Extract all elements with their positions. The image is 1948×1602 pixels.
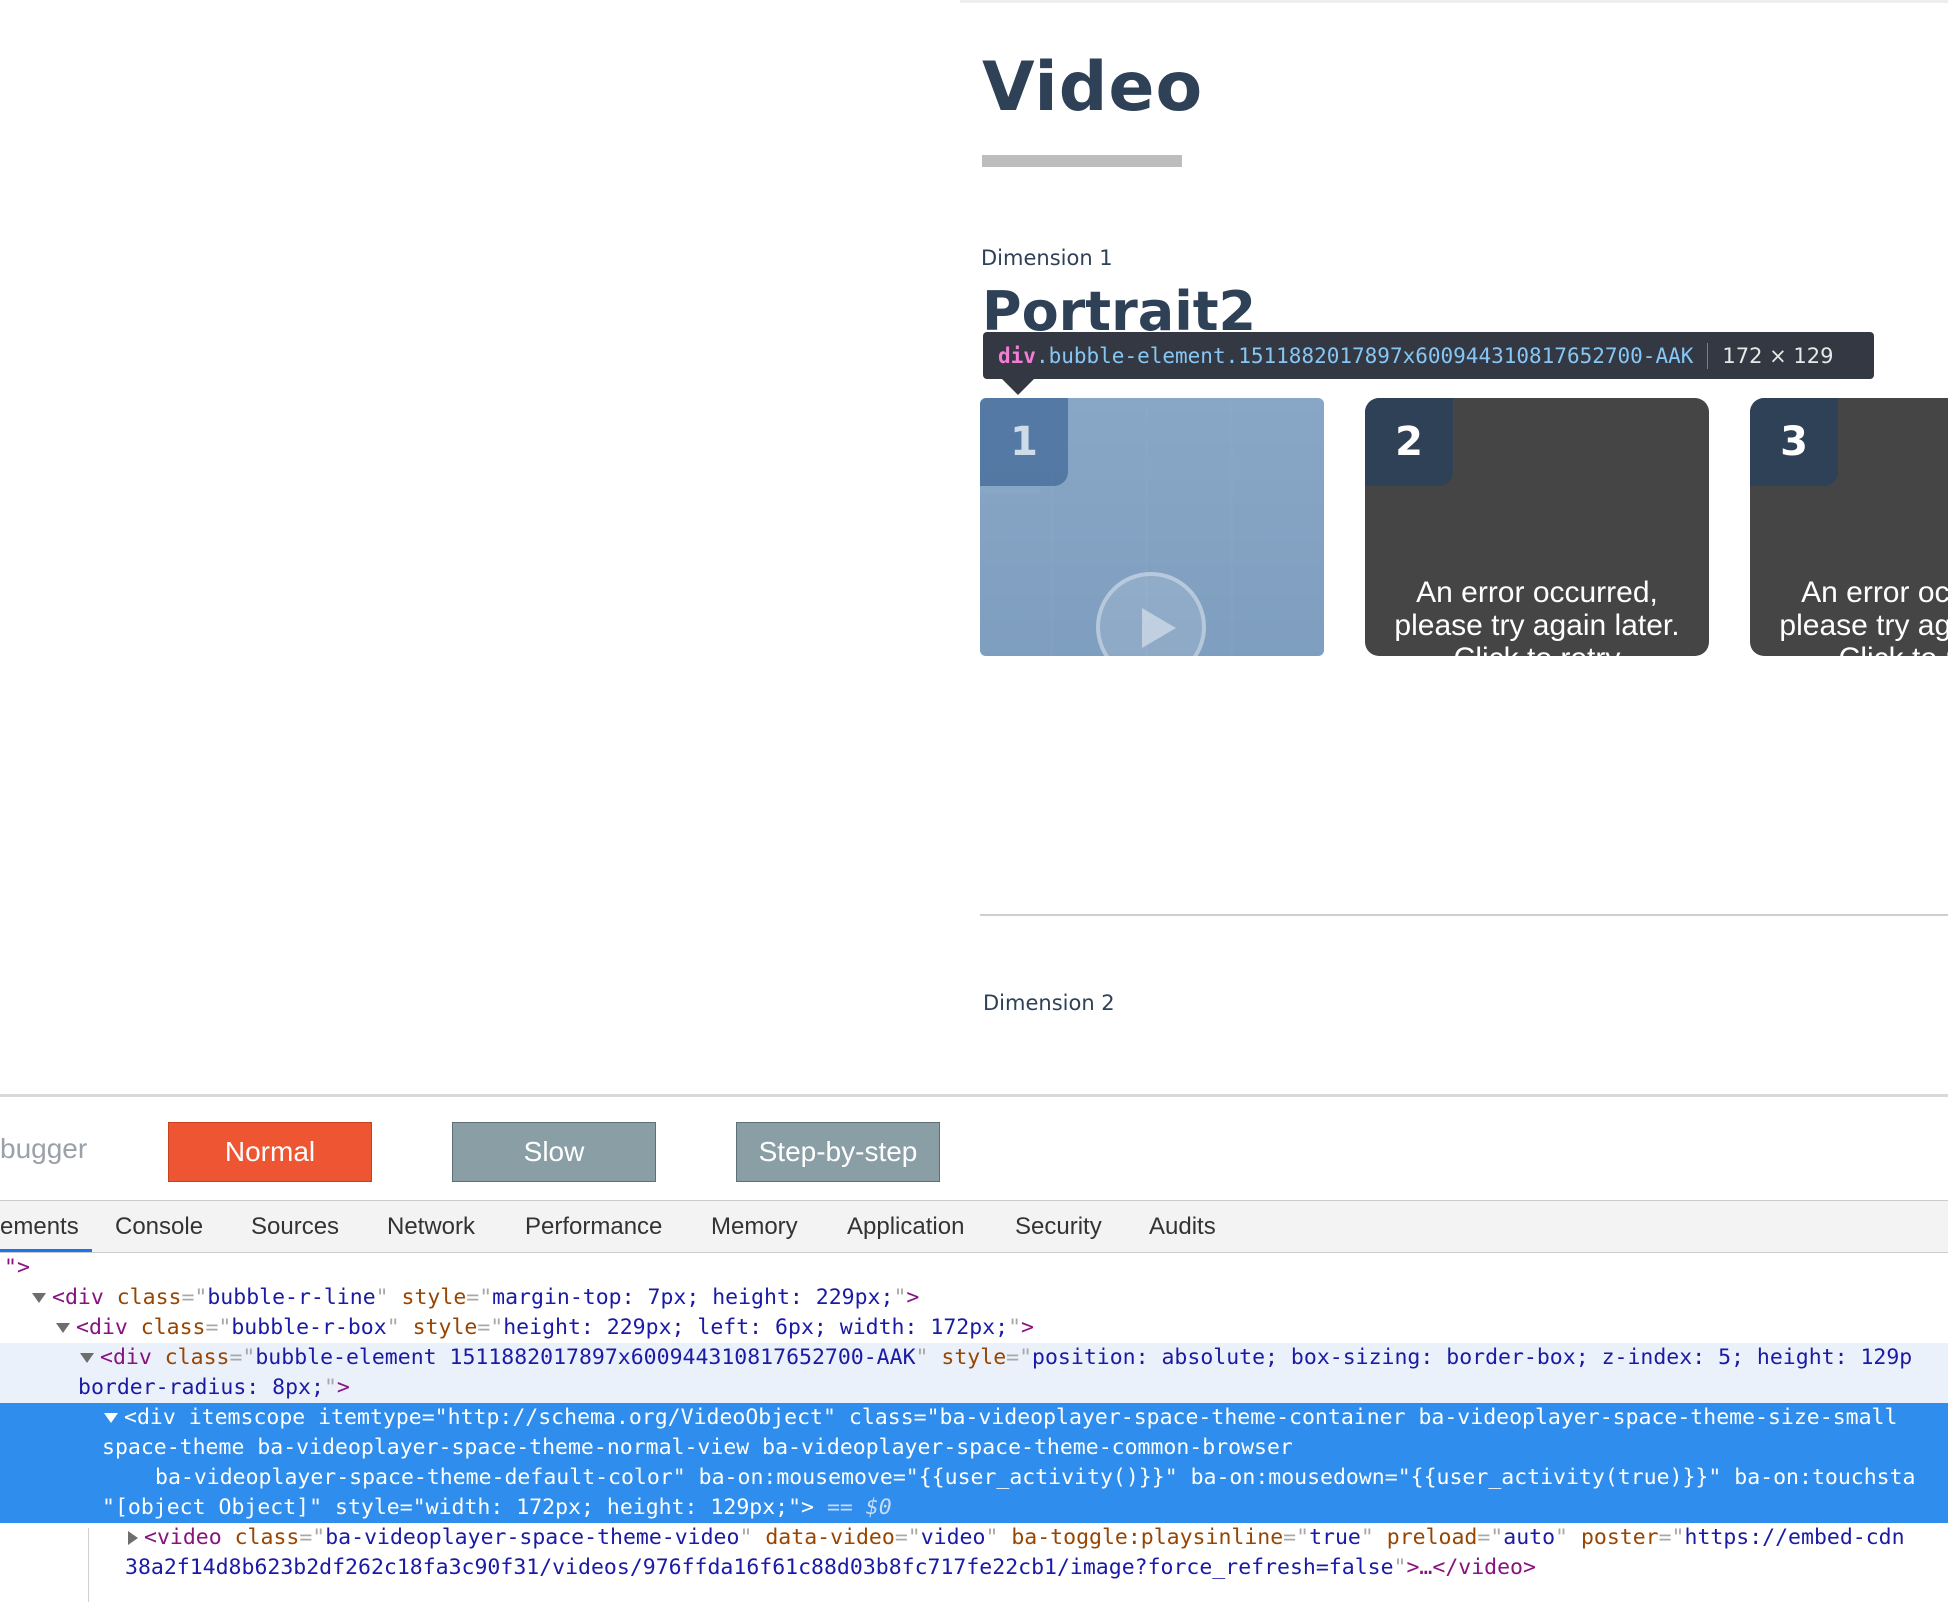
attr-value: border-radius: 8px; [78,1375,324,1400]
dom-line[interactable]: <div class="bubble-r-box" style="height:… [0,1313,1948,1343]
tooltip-tag: div [998,343,1036,368]
dom-line[interactable]: "> [0,1253,1948,1283]
attr-value: https://embed-cdn [1684,1525,1905,1550]
devtools-tab-bar: ements Console Sources Network Performan… [0,1201,1948,1253]
page-viewport: Video Dimension 1 Portrait2 div .bubble-e… [0,0,1948,1094]
section-divider [980,914,1948,916]
inspect-tooltip: div .bubble-element.1511882017897x6009443… [983,332,1874,379]
video-bubble-3[interactable]: 3 An error occurred, please try again la… [1750,398,1948,656]
error-message[interactable]: An error occurred, please try again late… [1750,576,1948,656]
attr-value: position: absolute; box-sizing: border-b… [1032,1345,1913,1370]
devtools-panel: ements Console Sources Network Performan… [0,1200,1948,1602]
dom-line-selected[interactable]: <div itemscope itemtype="http://schema.o… [0,1403,1948,1433]
attr-value: true [1309,1525,1361,1550]
dom-line-selected[interactable]: "[object Object]" style="width: 172px; h… [0,1493,1948,1523]
error-message[interactable]: An error occurred, please try again late… [1365,576,1709,656]
tab-audits[interactable]: Audits [1149,1213,1216,1241]
attr-name: ba-on:touchsta [1734,1465,1916,1490]
error-line: An error occurred, [1416,576,1658,609]
retry-line[interactable]: Click to retry [1750,642,1948,656]
attr-value: ba-videoplayer-space-theme-container ba-… [939,1405,1898,1430]
step-by-step-button[interactable]: Step-by-step [736,1122,940,1182]
attr-value: bubble-r-box [231,1315,387,1340]
bubble-number-badge: 3 [1750,398,1838,486]
attr-value: margin-top: 7px; height: 229px; [492,1285,894,1310]
page-title: Video [982,48,1204,127]
dom-line-selected[interactable]: space-theme ba-videoplayer-space-theme-n… [0,1433,1948,1463]
active-tab-indicator [0,1249,92,1252]
dimension-1-label: Dimension 1 [981,246,1113,270]
tab-elements[interactable]: ements [0,1213,79,1241]
video-bubble-1[interactable]: 1 [980,398,1324,656]
debugger-bar: bugger Normal Slow Step-by-step [0,1094,1948,1200]
retry-line[interactable]: Click to retry [1365,642,1709,656]
tooltip-separator [1707,342,1709,369]
title-underline [982,155,1182,167]
dom-line-selected[interactable]: ba-videoplayer-space-theme-default-color… [0,1463,1948,1493]
tooltip-arrow [1002,379,1034,395]
expand-arrow-icon[interactable] [56,1323,70,1333]
dom-text: "> [4,1255,30,1280]
top-rule [960,0,1948,3]
attr-value: bubble-element 1511882017897x60094431081… [255,1345,916,1370]
dom-line[interactable]: <div class="bubble-r-line" style="margin… [0,1283,1948,1313]
attr-value: width: 172px; height: 129px; [425,1495,789,1520]
expand-arrow-icon[interactable] [80,1353,94,1363]
tab-application[interactable]: Application [847,1213,964,1241]
attr-value: space-theme ba-videoplayer-space-theme-n… [102,1435,1293,1460]
slow-mode-button[interactable]: Slow [452,1122,656,1182]
error-line: please try again later. [1394,609,1680,642]
tab-security[interactable]: Security [1015,1213,1102,1241]
attr-value: {{user_activity()}} [918,1465,1165,1490]
tooltip-class: .bubble-element.1511882017897x6009443108… [1035,343,1694,368]
error-line: please try again later. [1779,609,1948,642]
bubble-number-badge: 2 [1365,398,1453,486]
bubble-number-badge: 1 [980,398,1068,486]
attr-value: {{user_activity(true)}} [1410,1465,1709,1490]
attr-value: video [920,1525,986,1550]
expand-arrow-icon[interactable] [128,1531,138,1545]
dom-line[interactable]: border-radius: 8px;"> [0,1373,1948,1403]
tab-network[interactable]: Network [387,1213,475,1241]
attr-value: ba-videoplayer-space-theme-default-color [155,1465,673,1490]
selected-ref: == $0 [826,1495,892,1520]
tab-performance[interactable]: Performance [525,1213,662,1241]
dom-line[interactable]: 38a2f14d8b623b2df262c18fa3c90f31/videos/… [0,1553,1948,1583]
tooltip-size: 172 × 129 [1722,343,1834,368]
video-bubble-2[interactable]: 2 An error occurred, please try again la… [1365,398,1709,656]
attr-value: 38a2f14d8b623b2df262c18fa3c90f31/videos/… [125,1555,1394,1580]
tab-sources[interactable]: Sources [251,1213,339,1241]
debugger-label: bugger [0,1133,88,1164]
dom-line[interactable]: <video class="ba-videoplayer-space-theme… [0,1523,1948,1553]
normal-mode-button[interactable]: Normal [168,1122,372,1182]
attr-value: [object Object] [114,1495,310,1520]
attr-value: height: 229px; left: 6px; width: 172px; [503,1315,1009,1340]
attr-value: bubble-r-line [207,1285,376,1310]
elements-tree: "> <div class="bubble-r-line" style="mar… [0,1253,1948,1602]
expand-arrow-icon[interactable] [104,1413,118,1423]
error-line: An error occurred, [1801,576,1948,609]
expand-arrow-icon[interactable] [32,1293,46,1303]
attr-value: http://schema.org/VideoObject [447,1405,824,1430]
tab-console[interactable]: Console [115,1213,203,1241]
tab-memory[interactable]: Memory [711,1213,798,1241]
attr-value: auto [1503,1525,1556,1550]
dimension-2-label: Dimension 2 [983,991,1115,1015]
dom-line[interactable]: <div class="bubble-element 1511882017897… [0,1343,1948,1373]
attr-value: ba-videoplayer-space-theme-video [325,1525,740,1550]
